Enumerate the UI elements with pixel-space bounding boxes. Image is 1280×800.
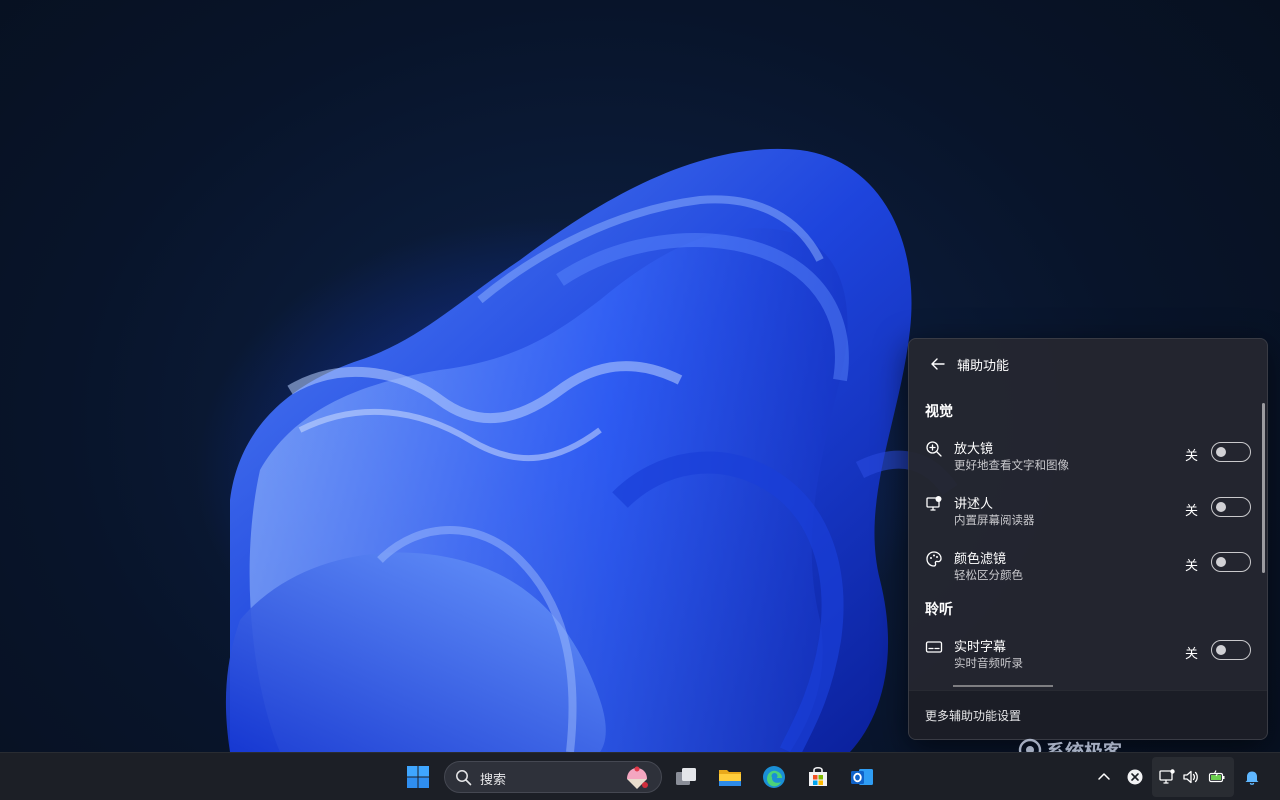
toggle-state-label: 关 — [1185, 647, 1199, 662]
outlook-icon — [851, 769, 873, 785]
narrator-toggle[interactable] — [1211, 497, 1251, 517]
flyout-scroll-area[interactable]: 视觉 放大镜 更好地查看文字和图像 关 讲述人 内置屏幕阅读器 关 颜色滤镜 轻… — [909, 391, 1267, 689]
status-x-icon — [1127, 769, 1143, 785]
quick-settings-button[interactable] — [1152, 757, 1234, 797]
toggle-state-label: 关 — [1185, 449, 1199, 464]
start-button[interactable] — [398, 757, 438, 797]
flyout-header: 辅助功能 — [909, 339, 1267, 389]
notification-center-button[interactable] — [1239, 763, 1265, 791]
chevron-up-icon — [1098, 773, 1110, 780]
edge-button[interactable] — [754, 757, 794, 797]
section-label-hearing: 聆听 — [925, 602, 953, 618]
arrow-left-icon — [931, 358, 945, 370]
item-name: 实时字幕 — [954, 640, 1007, 655]
toggle-state-label: 关 — [1185, 559, 1199, 574]
flyout-title: 辅助功能 — [957, 359, 1010, 374]
task-view-icon — [676, 768, 696, 785]
start-icon — [407, 766, 429, 788]
color-filter-icon — [925, 550, 943, 568]
toggle-knob — [1216, 645, 1226, 655]
live-captions-icon — [925, 638, 943, 656]
task-view-button[interactable] — [666, 757, 706, 797]
battery-icon — [1204, 763, 1230, 791]
back-button[interactable] — [923, 351, 953, 377]
item-description: 内置屏幕阅读器 — [954, 513, 1035, 527]
toggle-knob — [1216, 502, 1226, 512]
section-label-vision: 视觉 — [925, 404, 953, 420]
live-captions-toggle[interactable] — [1211, 640, 1251, 660]
item-magnifier[interactable]: 放大镜 更好地查看文字和图像 关 — [915, 433, 1257, 483]
item-description: 更好地查看文字和图像 — [954, 458, 1069, 472]
toggle-state-label: 关 — [1185, 504, 1199, 519]
store-button[interactable] — [798, 757, 838, 797]
file-explorer-icon — [719, 770, 741, 786]
volume-icon — [1178, 763, 1204, 791]
toggle-knob — [1216, 557, 1226, 567]
taskbar: 搜索 — [0, 752, 1280, 800]
search-icon — [456, 770, 472, 786]
item-live-captions[interactable]: 实时字幕 实时音频听录 关 — [915, 631, 1257, 681]
accessibility-flyout: 辅助功能 视觉 放大镜 更好地查看文字和图像 关 讲述人 内置屏幕阅读器 关 颜… — [908, 338, 1268, 740]
item-name: 放大镜 — [954, 442, 994, 457]
narrator-icon — [925, 495, 943, 513]
store-icon — [809, 766, 827, 786]
item-name: 讲述人 — [954, 497, 994, 512]
color-filters-toggle[interactable] — [1211, 552, 1251, 572]
outlook-button[interactable] — [842, 757, 882, 797]
magnifier-toggle[interactable] — [1211, 442, 1251, 462]
show-hidden-icons-button[interactable] — [1091, 763, 1117, 791]
file-explorer-button[interactable] — [710, 757, 750, 797]
flyout-footer: 更多辅助功能设置 — [909, 690, 1267, 739]
taskbar-search-box[interactable]: 搜索 — [444, 761, 662, 793]
tray-status-button[interactable] — [1122, 763, 1148, 791]
search-highlight-icon — [627, 766, 648, 789]
item-color-filters[interactable]: 颜色滤镜 轻松区分颜色 关 — [915, 543, 1257, 593]
edge-icon — [763, 766, 785, 788]
notification-bell-icon — [1245, 771, 1259, 785]
item-description: 轻松区分颜色 — [954, 568, 1023, 582]
magnifier-icon — [925, 440, 943, 458]
item-narrator[interactable]: 讲述人 内置屏幕阅读器 关 — [915, 488, 1257, 538]
partially-hidden-item — [925, 685, 1065, 689]
item-description: 实时音频听录 — [954, 656, 1023, 670]
toggle-knob — [1216, 447, 1226, 457]
search-placeholder: 搜索 — [480, 773, 507, 788]
network-icon — [1154, 763, 1180, 791]
item-name: 颜色滤镜 — [954, 552, 1007, 567]
flyout-scrollbar[interactable] — [1262, 403, 1265, 573]
more-accessibility-settings-link[interactable]: 更多辅助功能设置 — [925, 707, 1021, 724]
